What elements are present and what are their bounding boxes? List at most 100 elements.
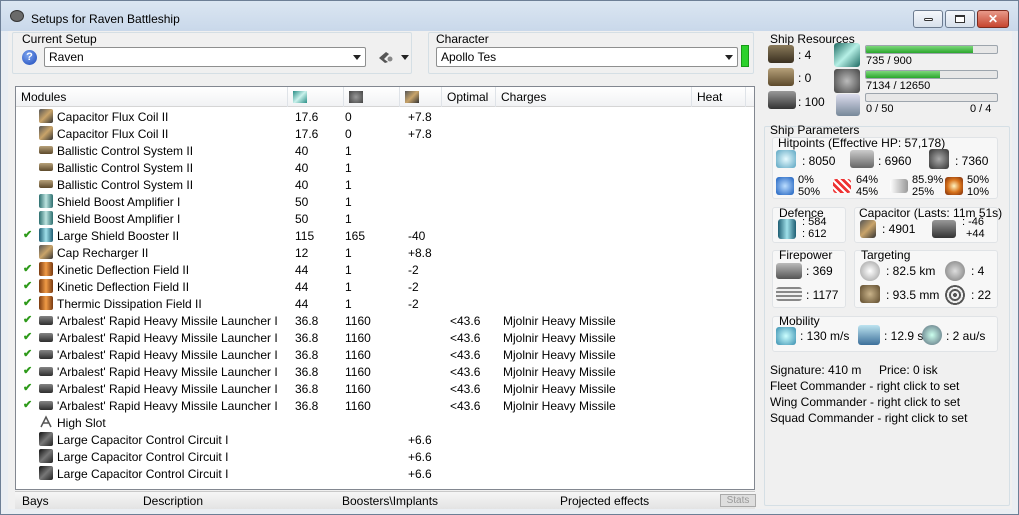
- col-header-powergrid[interactable]: [344, 87, 400, 107]
- module-row[interactable]: Shield Boost Amplifier I 50 1: [16, 193, 754, 210]
- control-circuit-icon: [39, 466, 53, 480]
- module-active-check-icon[interactable]: ✔: [23, 263, 35, 275]
- module-name: 'Arbalest' Rapid Heavy Missile Launcher …: [57, 382, 278, 396]
- module-name: Large Capacitor Control Circuit I: [57, 467, 229, 481]
- module-active-check-icon[interactable]: ✔: [23, 297, 35, 309]
- module-active-check-icon[interactable]: ✔: [23, 399, 35, 411]
- setup-select[interactable]: Raven: [44, 47, 366, 67]
- module-active-check-icon[interactable]: ✔: [23, 229, 35, 241]
- module-row[interactable]: ✔ 'Arbalest' Rapid Heavy Missile Launcher…: [16, 312, 754, 329]
- module-row[interactable]: ✔ 'Arbalest' Rapid Heavy Missile Launcher…: [16, 380, 754, 397]
- module-active-check-icon[interactable]: ✔: [23, 314, 35, 326]
- module-row[interactable]: Cap Recharger II 12 1 +8.8: [16, 244, 754, 261]
- shield-boost-amplifier-icon: [39, 211, 53, 225]
- module-cpu: 44: [295, 263, 309, 277]
- module-powergrid: 1: [345, 297, 352, 311]
- module-cpu: 17.6: [295, 127, 319, 141]
- module-cpu: 36.8: [295, 314, 319, 328]
- module-row[interactable]: Ballistic Control System II 40 1: [16, 176, 754, 193]
- module-charges: Mjolnir Heavy Missile: [503, 348, 616, 362]
- help-icon[interactable]: ?: [22, 50, 37, 65]
- col-header-capacitor[interactable]: [400, 87, 442, 107]
- close-button[interactable]: ✕: [977, 10, 1009, 28]
- module-row[interactable]: Capacitor Flux Coil II 17.6 0 +7.8: [16, 108, 754, 125]
- wing-commander[interactable]: Wing Commander - right click to set: [770, 395, 960, 409]
- module-powergrid: 1: [345, 246, 352, 260]
- setup-tools-chevron-icon[interactable]: [401, 55, 409, 60]
- capacitor-icon: [405, 91, 419, 103]
- module-active-check-icon[interactable]: [23, 246, 35, 258]
- module-row[interactable]: High Slot: [16, 414, 754, 431]
- tab-description[interactable]: Description: [143, 494, 203, 508]
- title-bar[interactable]: Setups for Raven Battleship ✕: [1, 1, 1018, 31]
- module-capacitor: +8.8: [408, 246, 432, 260]
- shield-hp-icon: [776, 150, 796, 168]
- ballistic-control-icon: [39, 163, 53, 171]
- module-active-check-icon[interactable]: [23, 144, 35, 156]
- module-powergrid: 1: [345, 178, 352, 192]
- module-active-check-icon[interactable]: [23, 450, 35, 462]
- module-optimal: <43.6: [450, 365, 481, 379]
- stats-button[interactable]: Stats: [720, 494, 756, 507]
- minimize-button[interactable]: [913, 10, 943, 28]
- dissipation-field-icon: [39, 296, 53, 310]
- setup-select-value: Raven: [49, 50, 84, 64]
- module-row[interactable]: Large Capacitor Control Circuit I +6.6: [16, 448, 754, 465]
- module-powergrid: 1160: [345, 382, 371, 396]
- module-row[interactable]: Ballistic Control System II 40 1: [16, 142, 754, 159]
- module-row[interactable]: Shield Boost Amplifier I 50 1: [16, 210, 754, 227]
- tab-bays[interactable]: Bays: [22, 494, 49, 508]
- module-row[interactable]: ✔ Kinetic Deflection Field II 44 1 -2: [16, 261, 754, 278]
- module-row[interactable]: ✔ Kinetic Deflection Field II 44 1 -2: [16, 278, 754, 295]
- module-name: Shield Boost Amplifier I: [57, 195, 181, 209]
- module-active-check-icon[interactable]: ✔: [23, 280, 35, 292]
- module-active-check-icon[interactable]: [23, 110, 35, 122]
- squad-commander[interactable]: Squad Commander - right click to set: [770, 411, 967, 425]
- module-row[interactable]: Large Capacitor Control Circuit I +6.6: [16, 465, 754, 482]
- col-header-cpu[interactable]: [288, 87, 344, 107]
- col-header-heat[interactable]: Heat: [692, 87, 746, 107]
- module-active-check-icon[interactable]: ✔: [23, 331, 35, 343]
- module-row[interactable]: ✔ Thermic Dissipation Field II 44 1 -2: [16, 295, 754, 312]
- module-charges: Mjolnir Heavy Missile: [503, 382, 616, 396]
- module-active-check-icon[interactable]: ✔: [23, 348, 35, 360]
- module-row[interactable]: ✔ 'Arbalest' Rapid Heavy Missile Launcher…: [16, 346, 754, 363]
- cap-recharger-icon: [39, 245, 53, 259]
- modules-list[interactable]: Modules Optimal Charges Heat Capacitor F…: [15, 86, 755, 490]
- maximize-icon: [955, 15, 965, 23]
- module-active-check-icon[interactable]: [23, 433, 35, 445]
- tab-boosters-implants[interactable]: Boosters\Implants: [342, 494, 438, 508]
- col-header-modules[interactable]: Modules: [16, 87, 288, 107]
- module-optimal: <43.6: [450, 399, 481, 413]
- module-active-check-icon[interactable]: ✔: [23, 365, 35, 377]
- sensor-strength-value: : 22: [971, 288, 992, 302]
- maximize-button[interactable]: [945, 10, 975, 28]
- missile-launcher-icon: [39, 367, 53, 376]
- setup-tools-button[interactable]: [378, 50, 394, 64]
- tab-projected-effects[interactable]: Projected effects: [560, 494, 649, 508]
- module-row[interactable]: Ballistic Control System II 40 1: [16, 159, 754, 176]
- module-row[interactable]: Capacitor Flux Coil II 17.6 0 +7.8: [16, 125, 754, 142]
- module-active-check-icon[interactable]: [23, 212, 35, 224]
- module-row[interactable]: ✔ 'Arbalest' Rapid Heavy Missile Launcher…: [16, 329, 754, 346]
- module-row[interactable]: ✔ 'Arbalest' Rapid Heavy Missile Launcher…: [16, 363, 754, 380]
- module-row[interactable]: ✔ Large Shield Booster II 115 165 -40: [16, 227, 754, 244]
- module-row[interactable]: Large Capacitor Control Circuit I +6.6: [16, 431, 754, 448]
- module-active-check-icon[interactable]: [23, 127, 35, 139]
- col-header-charges[interactable]: Charges: [496, 87, 692, 107]
- close-icon: ✕: [987, 12, 999, 26]
- module-active-check-icon[interactable]: [23, 178, 35, 190]
- em-resist-icon: [776, 177, 794, 195]
- module-active-check-icon[interactable]: [23, 467, 35, 479]
- character-select[interactable]: Apollo Tes: [436, 47, 738, 67]
- max-targets-value: : 4: [971, 264, 985, 278]
- col-header-optimal[interactable]: Optimal: [442, 87, 496, 107]
- module-row[interactable]: ✔ 'Arbalest' Rapid Heavy Missile Launcher…: [16, 397, 754, 414]
- module-name: Large Shield Booster II: [57, 229, 180, 243]
- module-active-check-icon[interactable]: [23, 416, 35, 428]
- module-active-check-icon[interactable]: ✔: [23, 382, 35, 394]
- fleet-commander[interactable]: Fleet Commander - right click to set: [770, 379, 959, 393]
- module-active-check-icon[interactable]: [23, 161, 35, 173]
- module-powergrid: 1160: [345, 348, 371, 362]
- module-active-check-icon[interactable]: [23, 195, 35, 207]
